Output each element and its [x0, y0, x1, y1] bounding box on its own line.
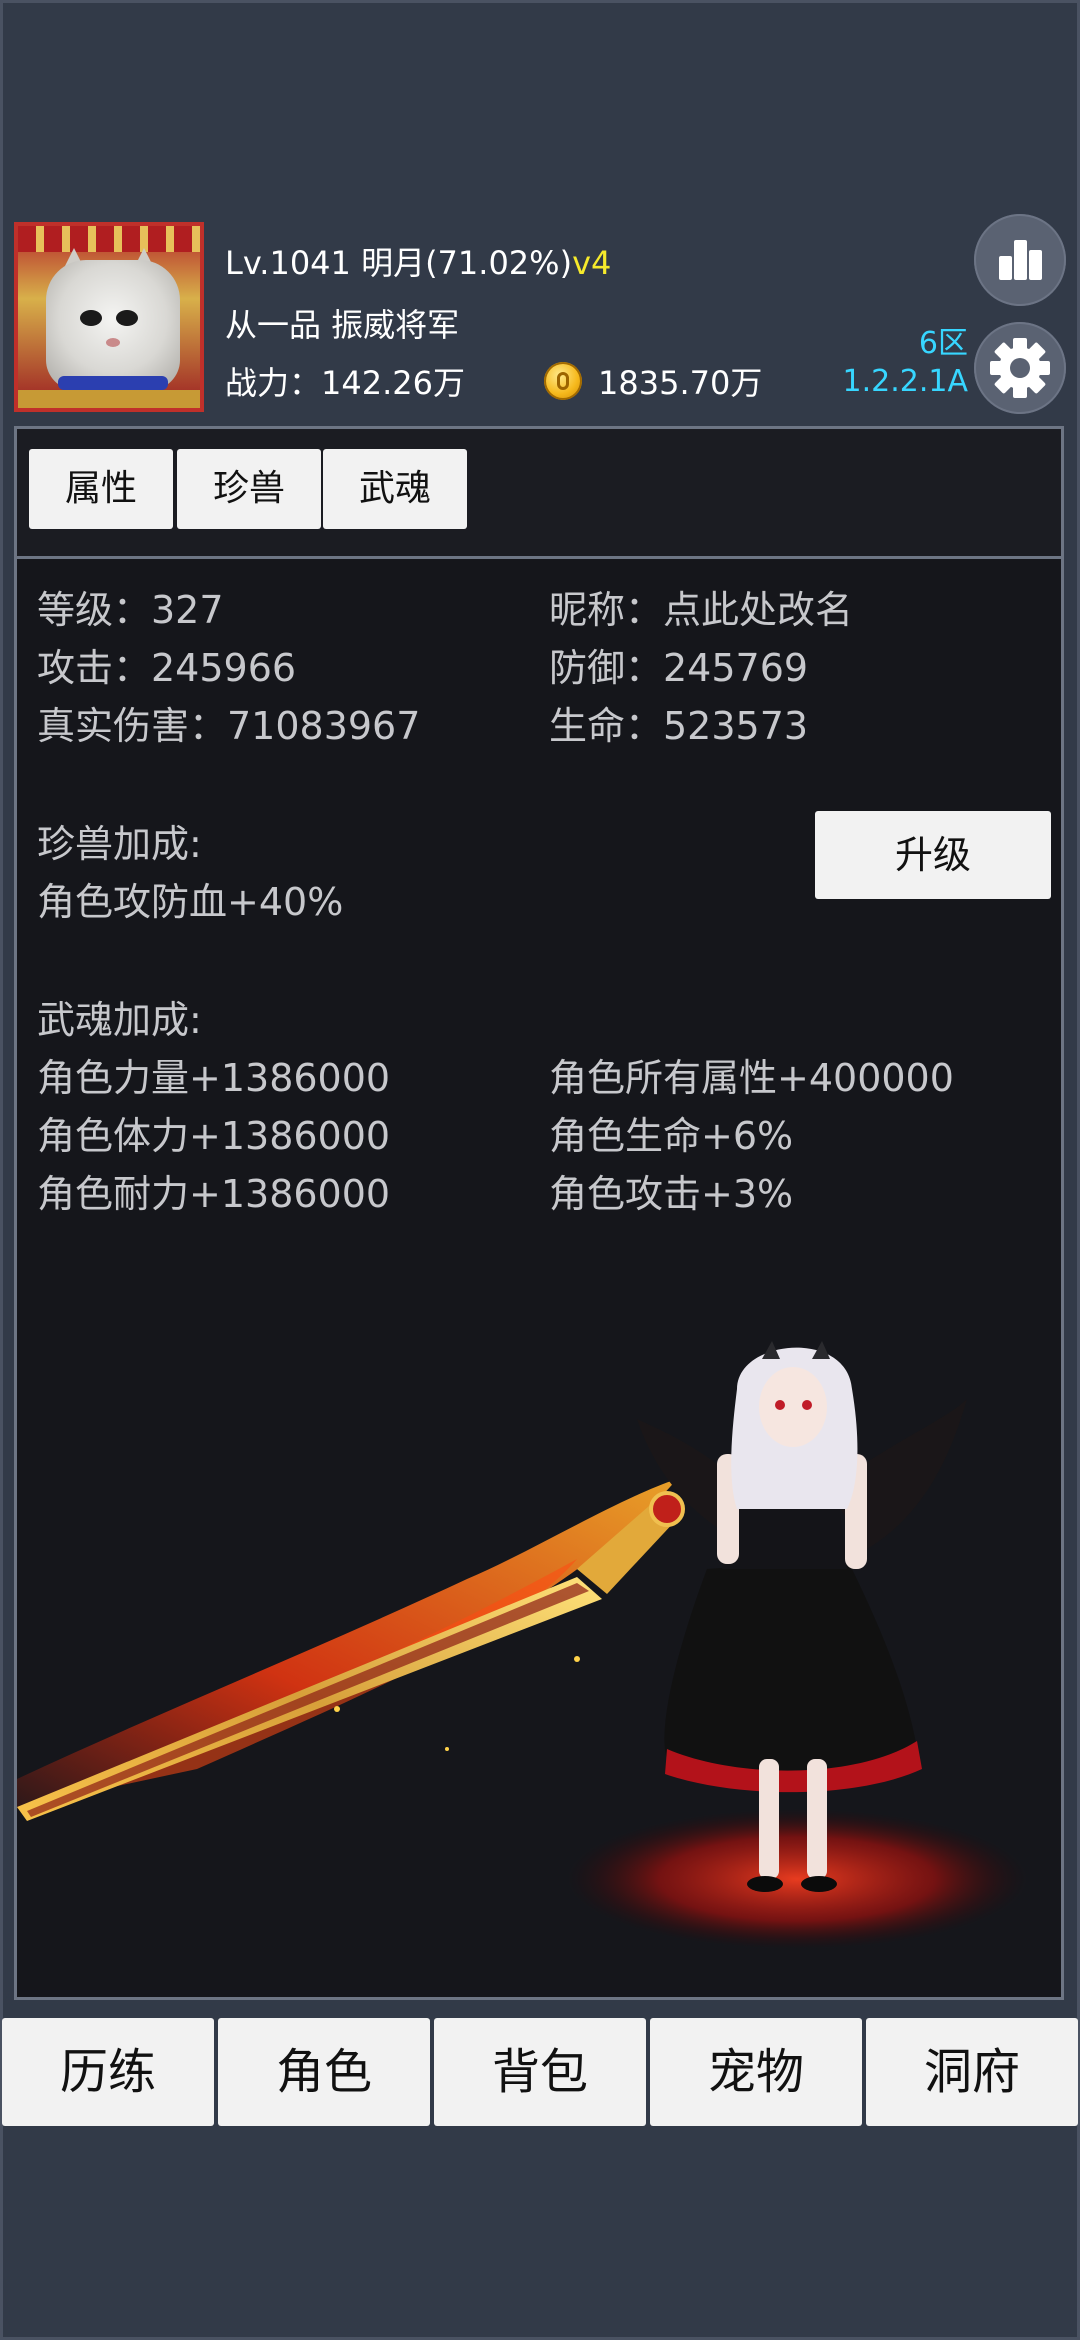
avatar-eye: [116, 310, 138, 326]
game-version: 1.2.2.1A: [842, 364, 968, 399]
player-gold: 1835.70万: [598, 364, 763, 402]
face: [759, 1367, 827, 1447]
soul-bonus-hp: 角色生命+6%: [549, 1114, 794, 1158]
tab-bar: 属性 珍兽 武魂: [17, 429, 1061, 559]
soul-bonus-endurance: 角色耐力+1386000: [37, 1172, 391, 1216]
avatar-frame-crown: [18, 226, 200, 252]
rank-button[interactable]: [974, 214, 1066, 306]
leg-right: [807, 1759, 827, 1879]
soul-bonus-attack: 角色攻击+3%: [549, 1172, 794, 1216]
dress-skirt: [664, 1559, 917, 1773]
avatar-eye: [80, 310, 102, 326]
stat-defense: 防御：245769: [549, 646, 809, 690]
stat-hp: 生命：523573: [549, 704, 809, 748]
nickname-rename[interactable]: 昵称：点此处改名: [549, 579, 853, 634]
nav-training[interactable]: 历练: [2, 2018, 214, 2126]
avatar-nose: [106, 338, 120, 347]
stat-attack: 攻击：245966: [37, 646, 297, 690]
tab-pets[interactable]: 珍兽: [177, 449, 321, 529]
avatar-cat-face: [46, 260, 180, 390]
upgrade-button[interactable]: 升级: [815, 811, 1051, 899]
settings-button[interactable]: [974, 322, 1066, 414]
soul-bonus-stamina: 角色体力+1386000: [37, 1114, 391, 1158]
pet-bonus-title: 珍兽加成:: [37, 822, 202, 866]
shoe-left: [747, 1876, 783, 1892]
soul-bonus-all-attributes: 角色所有属性+400000: [549, 1056, 954, 1100]
ground-aura: [567, 1809, 1027, 1949]
soul-bonus-strength: 角色力量+1386000: [37, 1056, 391, 1100]
bar-chart-icon: [1014, 240, 1027, 280]
sword-blade-core: [27, 1583, 589, 1817]
tab-attributes[interactable]: 属性: [29, 449, 173, 529]
sparkle: [574, 1656, 580, 1662]
player-power: 战力：142.26万: [225, 364, 465, 402]
player-rank-title: 从一品 振威将军: [225, 306, 460, 344]
soul-bonus-title: 武魂加成:: [37, 998, 202, 1042]
shoe-right: [801, 1876, 837, 1892]
pet-bonus-value: 角色攻防血+40%: [37, 880, 344, 924]
eye-left: [775, 1400, 785, 1410]
bar-chart-icon: [1029, 250, 1042, 280]
sword-flames: [17, 1479, 677, 1809]
tab-weapon-soul[interactable]: 武魂: [323, 449, 467, 529]
player-level-name: Lv.1041 明月(71.02%)v4: [225, 238, 611, 284]
gear-icon: [990, 338, 1050, 398]
bar-chart-icon: [999, 256, 1012, 280]
player-avatar[interactable]: [14, 222, 204, 412]
sparkle: [445, 1747, 449, 1751]
nav-cave-mansion[interactable]: 洞府: [866, 2018, 1078, 2126]
vip-badge: v4: [572, 244, 612, 282]
level-name-text: Lv.1041 明月(71.02%): [225, 244, 573, 282]
avatar-collar: [58, 376, 168, 390]
sparkle: [334, 1706, 340, 1712]
nav-character[interactable]: 角色: [218, 2018, 430, 2126]
avatar-frame-base: [18, 390, 200, 408]
nav-backpack[interactable]: 背包: [434, 2018, 646, 2126]
gold-coin-icon: [544, 362, 582, 400]
stat-level: 等级：327: [37, 588, 224, 632]
character-model: [17, 1341, 1027, 1949]
stat-true-damage: 真实伤害：71083967: [37, 704, 421, 748]
sword-gem: [649, 1491, 685, 1527]
eye-right: [802, 1400, 812, 1410]
character-panel: 属性 珍兽 武魂 等级：327 昵称：点此处改名 攻击：245966 防御：24…: [14, 426, 1064, 2000]
server-zone: 6区: [918, 326, 968, 361]
leg-left: [759, 1759, 779, 1879]
nav-pets[interactable]: 宠物: [650, 2018, 862, 2126]
